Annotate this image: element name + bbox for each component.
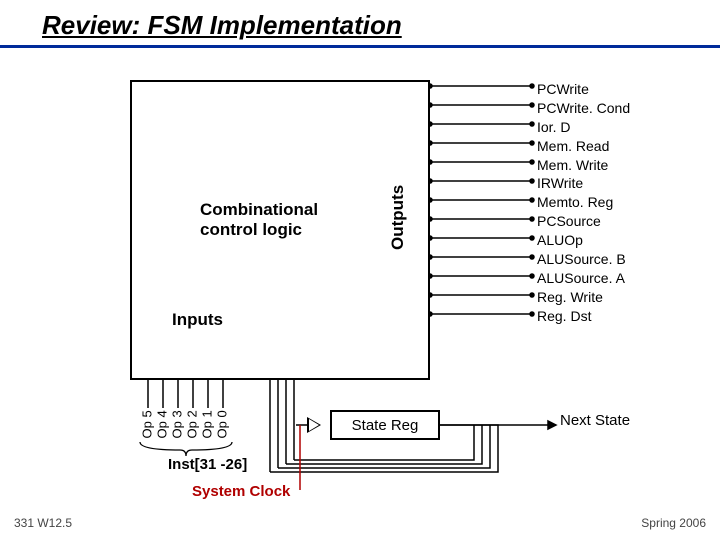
state-register-label: State Reg (352, 417, 419, 434)
clock-triangle-icon (307, 417, 321, 433)
output-iord: Ior. D (537, 118, 630, 137)
output-pcwritecond: PCWrite. Cond (537, 99, 630, 118)
output-pcsource: PCSource (537, 212, 630, 231)
op1-label: Op 1 (200, 425, 215, 439)
outputs-label: Outputs (388, 185, 408, 250)
op3-label: Op 3 (170, 425, 185, 439)
output-aluop: ALUOp (537, 231, 630, 250)
inputs-label: Inputs (172, 310, 223, 330)
inst-range-label: Inst[31 -26] (168, 456, 247, 473)
output-memread: Mem. Read (537, 137, 630, 156)
op2-label: Op 2 (185, 425, 200, 439)
output-regdst: Reg. Dst (537, 307, 630, 326)
output-memwrite: Mem. Write (537, 156, 630, 175)
op-input-labels: Op 5 Op 4 Op 3 Op 2 Op 1 Op 0 (140, 424, 229, 439)
op5-label: Op 5 (140, 425, 155, 439)
state-register-box: State Reg (330, 410, 440, 440)
op4-label: Op 4 (155, 425, 170, 439)
op0-label: Op 0 (215, 425, 230, 439)
output-pcwrite: PCWrite (537, 80, 630, 99)
next-state-label: Next State (560, 412, 630, 430)
output-irwrite: IRWrite (537, 174, 630, 193)
combinational-logic-label: Combinational control logic (200, 200, 340, 240)
footer-right: Spring 2006 (641, 516, 706, 530)
output-memtoreg: Memto. Reg (537, 193, 630, 212)
output-signal-list: PCWrite PCWrite. Cond Ior. D Mem. Read M… (537, 80, 630, 326)
footer-left: 331 W12.5 (14, 516, 72, 530)
output-alusrca: ALUSource. A (537, 269, 630, 288)
output-alusrcb: ALUSource. B (537, 250, 630, 269)
system-clock-label: System Clock (192, 483, 290, 500)
output-regwrite: Reg. Write (537, 288, 630, 307)
slide-title: Review: FSM Implementation (0, 10, 720, 41)
